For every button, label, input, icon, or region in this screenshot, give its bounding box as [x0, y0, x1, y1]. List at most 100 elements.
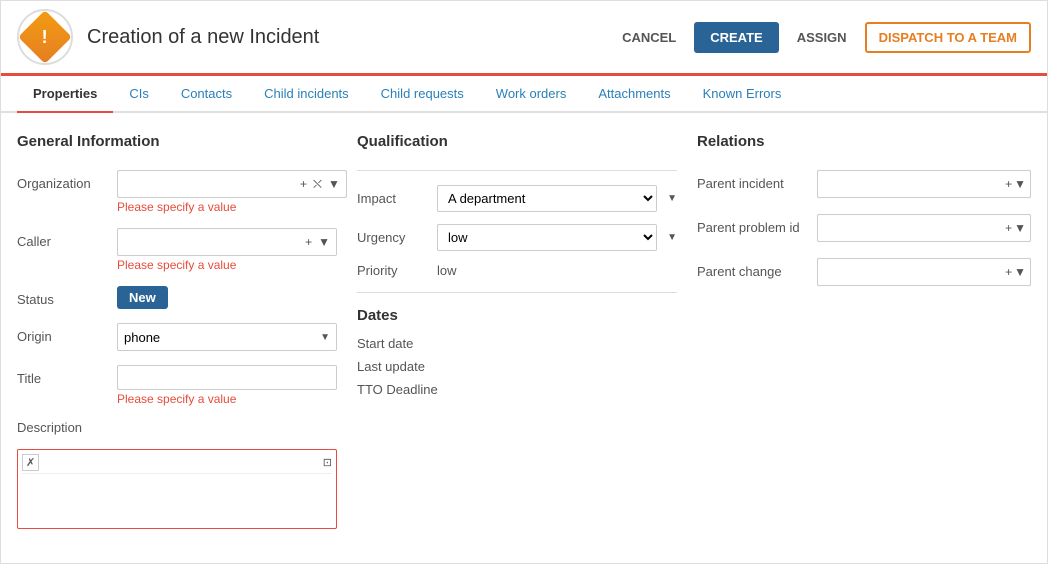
relations-section: Relations Parent incident + ▼ Parent pro…	[697, 133, 1031, 543]
description-expand-icon[interactable]: ⊡	[323, 456, 332, 469]
parent-problem-actions: + ▼	[1005, 221, 1026, 235]
origin-select[interactable]: phone email portal	[124, 330, 320, 345]
organization-tree-btn[interactable]: ⛌	[311, 176, 324, 193]
parent-incident-label: Parent incident	[697, 176, 807, 193]
status-label: Status	[17, 286, 107, 307]
status-badge: New	[117, 286, 168, 309]
tto-deadline-label: TTO Deadline	[357, 382, 438, 397]
header: ! Creation of a new Incident CANCEL CREA…	[1, 1, 1047, 76]
relations-title: Relations	[697, 133, 1031, 154]
parent-incident-dropdown-btn[interactable]: ▼	[1014, 177, 1026, 191]
cancel-button[interactable]: CANCEL	[612, 24, 686, 51]
description-format-icon[interactable]: ✗	[22, 454, 39, 471]
caller-actions: + ▼	[303, 234, 332, 250]
status-row: Status New	[17, 286, 337, 309]
origin-row: Origin phone email portal ▼	[17, 323, 337, 351]
tab-work-orders[interactable]: Work orders	[480, 76, 583, 113]
caller-dropdown-btn[interactable]: ▼	[316, 234, 332, 250]
dispatch-button[interactable]: DISPATCH TO A TEAM	[865, 22, 1031, 53]
tab-child-incidents[interactable]: Child incidents	[248, 76, 365, 113]
organization-add-btn[interactable]: +	[298, 176, 309, 192]
description-textarea[interactable]	[22, 476, 332, 521]
start-date-row: Start date	[357, 336, 677, 351]
tab-cis[interactable]: CIs	[113, 76, 165, 113]
parent-problem-input[interactable]	[822, 221, 1005, 236]
main-content: General Information Organization + ⛌ ▼ P…	[1, 113, 1047, 563]
title-error: Please specify a value	[117, 392, 337, 406]
organization-row: Organization + ⛌ ▼ Please specify a valu…	[17, 170, 337, 214]
tabs-bar: Properties CIs Contacts Child incidents …	[1, 76, 1047, 113]
tab-contacts[interactable]: Contacts	[165, 76, 248, 113]
organization-actions: + ⛌ ▼	[298, 176, 342, 193]
qualification-dates-section: Qualification Impact A department A serv…	[357, 133, 677, 543]
dates-title: Dates	[357, 307, 677, 324]
origin-dropdown-icon: ▼	[320, 332, 330, 343]
title-input[interactable]	[117, 365, 337, 390]
caller-field-wrap: + ▼ Please specify a value	[117, 228, 337, 272]
last-update-row: Last update	[357, 359, 677, 374]
caller-label: Caller	[17, 228, 107, 249]
urgency-label: Urgency	[357, 230, 427, 245]
dates-divider	[357, 292, 677, 293]
parent-problem-dropdown-btn[interactable]: ▼	[1014, 221, 1026, 235]
parent-incident-field[interactable]: + ▼	[817, 170, 1031, 198]
title-field-wrap: Please specify a value	[117, 365, 337, 406]
parent-problem-add-btn[interactable]: +	[1005, 221, 1012, 235]
impact-row: Impact A department A service A person ▼	[357, 185, 677, 212]
start-date-label: Start date	[357, 336, 413, 351]
organization-input[interactable]	[122, 177, 298, 192]
priority-label: Priority	[357, 263, 427, 278]
organization-dropdown-btn[interactable]: ▼	[326, 176, 342, 192]
incident-icon-container: !	[17, 9, 73, 65]
priority-value: low	[437, 263, 457, 278]
caller-field[interactable]: + ▼	[117, 228, 337, 256]
description-row: Description ✗ ⊡	[17, 420, 337, 529]
impact-select[interactable]: A department A service A person	[437, 185, 657, 212]
origin-field-wrap: phone email portal ▼	[117, 323, 337, 351]
parent-incident-add-btn[interactable]: +	[1005, 177, 1012, 191]
parent-change-input[interactable]	[822, 265, 1005, 280]
tab-known-errors[interactable]: Known Errors	[687, 76, 798, 113]
tab-attachments[interactable]: Attachments	[582, 76, 686, 113]
description-textarea-wrap: ✗ ⊡	[17, 449, 337, 529]
origin-label: Origin	[17, 323, 107, 344]
urgency-select[interactable]: low medium high	[437, 224, 657, 251]
general-information-section: General Information Organization + ⛌ ▼ P…	[17, 133, 337, 543]
origin-select-wrapper[interactable]: phone email portal ▼	[117, 323, 337, 351]
impact-dropdown-icon: ▼	[667, 193, 677, 204]
caller-input[interactable]	[122, 235, 303, 250]
urgency-row: Urgency low medium high ▼	[357, 224, 677, 251]
parent-problem-row: Parent problem id + ▼	[697, 214, 1031, 242]
tab-child-requests[interactable]: Child requests	[365, 76, 480, 113]
title-field-label: Title	[17, 365, 107, 386]
page-title: Creation of a new Incident	[87, 26, 612, 49]
caller-add-btn[interactable]: +	[303, 234, 314, 250]
priority-row: Priority low	[357, 263, 677, 278]
warning-diamond-icon: !	[18, 10, 72, 64]
parent-incident-actions: + ▼	[1005, 177, 1026, 191]
header-actions: CANCEL CREATE ASSIGN DISPATCH TO A TEAM	[612, 22, 1031, 53]
parent-change-add-btn[interactable]: +	[1005, 265, 1012, 279]
parent-change-field[interactable]: + ▼	[817, 258, 1031, 286]
assign-button[interactable]: ASSIGN	[787, 24, 857, 51]
parent-problem-field[interactable]: + ▼	[817, 214, 1031, 242]
organization-field[interactable]: + ⛌ ▼	[117, 170, 347, 198]
organization-label: Organization	[17, 170, 107, 191]
description-toolbar: ✗ ⊡	[22, 454, 332, 474]
title-row: Title Please specify a value	[17, 365, 337, 406]
parent-change-dropdown-btn[interactable]: ▼	[1014, 265, 1026, 279]
tab-properties[interactable]: Properties	[17, 76, 113, 113]
last-update-label: Last update	[357, 359, 425, 374]
create-button[interactable]: CREATE	[694, 22, 778, 53]
status-field-wrap: New	[117, 286, 337, 309]
organization-error: Please specify a value	[117, 200, 347, 214]
caller-row: Caller + ▼ Please specify a value	[17, 228, 337, 272]
caller-error: Please specify a value	[117, 258, 337, 272]
parent-incident-input[interactable]	[822, 177, 1005, 192]
qualification-divider	[357, 170, 677, 171]
parent-change-row: Parent change + ▼	[697, 258, 1031, 286]
general-information-title: General Information	[17, 133, 337, 154]
parent-incident-row: Parent incident + ▼	[697, 170, 1031, 198]
urgency-dropdown-icon: ▼	[667, 232, 677, 243]
qualification-title: Qualification	[357, 133, 677, 154]
